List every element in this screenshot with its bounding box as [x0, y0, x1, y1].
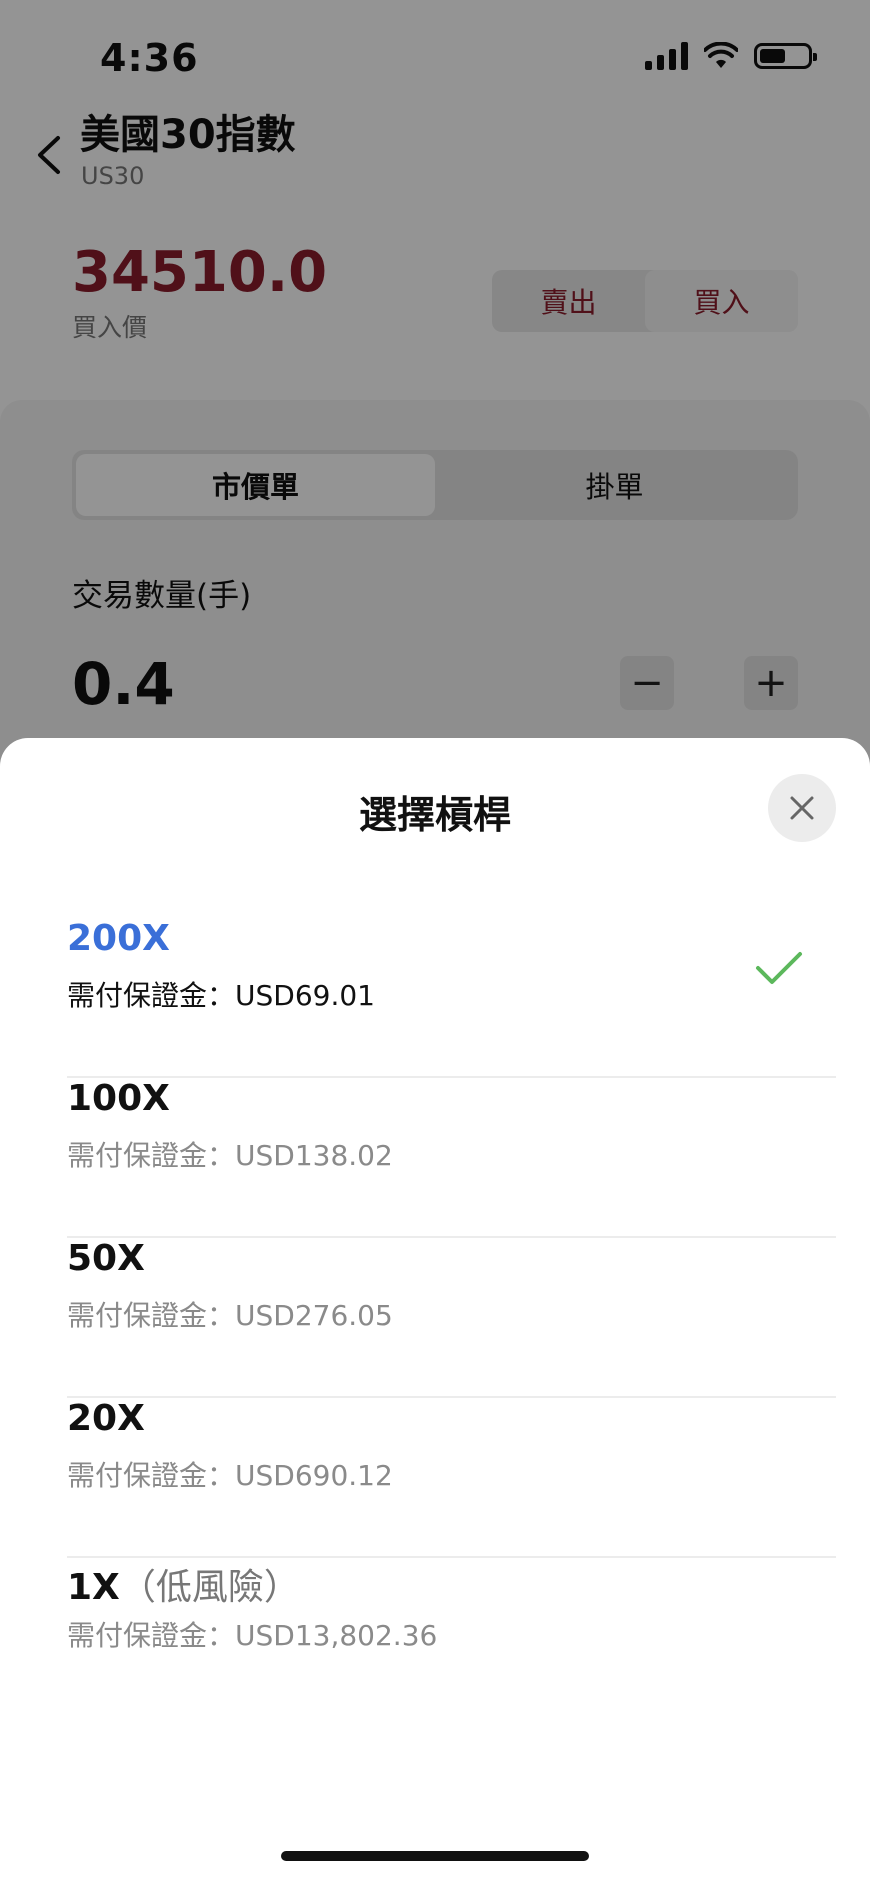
leverage-options-list: 200X 需付保證金：USD69.01 100X 需付保證金：USD138.02…: [67, 918, 836, 1718]
leverage-label: 100X: [67, 1078, 170, 1119]
leverage-label: 20X: [67, 1398, 145, 1439]
sheet-title: 選擇槓桿: [358, 793, 511, 837]
low-risk-note: （低風險）: [119, 1567, 300, 1608]
required-margin: 需付保證金：USD13,802.36: [67, 1619, 438, 1652]
close-icon: [790, 796, 814, 820]
leverage-option-50x[interactable]: 50X 需付保證金：USD276.05: [67, 1238, 836, 1398]
required-margin: 需付保證金：USD276.05: [67, 1299, 393, 1332]
leverage-option-1x[interactable]: 1X（低風險） 需付保證金：USD13,802.36: [67, 1558, 836, 1718]
required-margin: 需付保證金：USD690.12: [67, 1459, 393, 1492]
leverage-label: 50X: [67, 1238, 145, 1279]
leverage-sheet: 選擇槓桿 200X 需付保證金：USD69.01 100X 需付保證金：USD1…: [0, 738, 870, 1883]
required-margin: 需付保證金：USD138.02: [67, 1139, 393, 1172]
leverage-label: 200X: [67, 918, 170, 959]
required-margin: 需付保證金：USD69.01: [67, 979, 375, 1012]
leverage-label: 1X（低風險）: [67, 1567, 300, 1608]
leverage-option-200x[interactable]: 200X 需付保證金：USD69.01: [67, 918, 836, 1078]
close-button[interactable]: [768, 774, 836, 842]
checkmark-icon: [756, 952, 802, 984]
home-indicator[interactable]: [281, 1851, 589, 1861]
leverage-option-20x[interactable]: 20X 需付保證金：USD690.12: [67, 1398, 836, 1558]
leverage-option-100x[interactable]: 100X 需付保證金：USD138.02: [67, 1078, 836, 1238]
